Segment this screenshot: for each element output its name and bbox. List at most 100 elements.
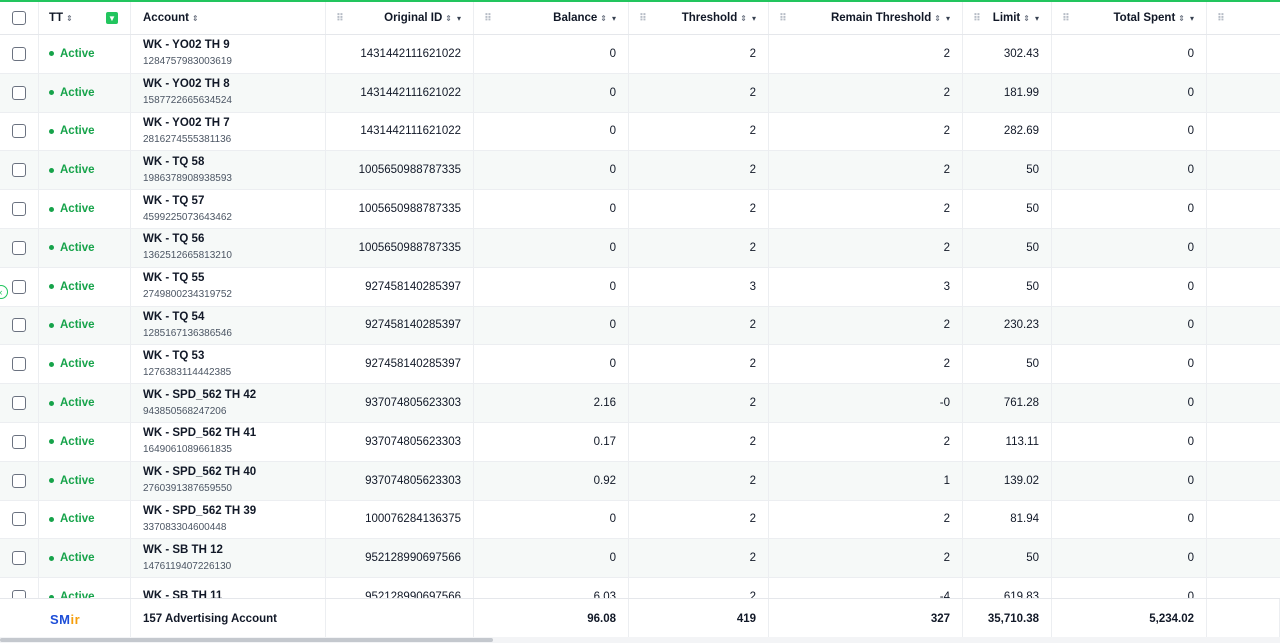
sort-icon[interactable]: ⇕ xyxy=(1178,14,1185,23)
row-checkbox[interactable] xyxy=(12,240,26,255)
column-header-total-spent[interactable]: ⠿ Total Spent ⇕ ▾ xyxy=(1052,2,1207,34)
column-header-remain-threshold[interactable]: ⠿ Remain Threshold ⇕ ▾ xyxy=(769,2,963,34)
extra-cell xyxy=(1207,384,1280,422)
horizontal-scrollbar-thumb[interactable] xyxy=(0,638,493,642)
row-checkbox[interactable] xyxy=(12,551,26,566)
sort-icon[interactable]: ⇕ xyxy=(192,14,199,23)
account-name[interactable]: WK - SB TH 12 xyxy=(143,543,231,557)
table-row[interactable]: Active WK - TQ 55 2749800234319752 92745814… xyxy=(0,267,1280,307)
sort-icon[interactable]: ⇕ xyxy=(66,14,73,23)
account-name[interactable]: WK - TQ 57 xyxy=(143,194,232,208)
original-id-cell: 1431442111621022 xyxy=(326,73,474,112)
chevron-down-icon[interactable]: ▾ xyxy=(1190,14,1194,23)
table-row[interactable]: Active WK - SB TH 12 1476119407226130 95212… xyxy=(0,539,1280,579)
table-row[interactable]: Active WK - TQ 57 4599225073643462 10056509… xyxy=(0,190,1280,229)
status-label: Active xyxy=(60,552,95,565)
row-checkbox[interactable] xyxy=(12,202,26,217)
status-cell: Active xyxy=(39,190,131,228)
chevron-down-icon[interactable]: ▾ xyxy=(457,14,461,23)
row-select-cell xyxy=(0,461,39,500)
table-row[interactable]: Active WK - YO02 TH 8 1587722665634524 1431… xyxy=(0,73,1280,113)
total-spent-cell: 0 xyxy=(1052,345,1207,384)
table-row[interactable]: Active WK - SPD_562 TH 42 943850568247206 9… xyxy=(0,384,1280,423)
row-checkbox[interactable] xyxy=(12,396,26,411)
account-name[interactable]: WK - YO02 TH 9 xyxy=(143,38,232,52)
total-spent-cell: 0 xyxy=(1052,35,1207,73)
threshold-cell: 2 xyxy=(629,384,769,422)
table-row[interactable]: Active WK - SPD_562 TH 41 1649061089661835… xyxy=(0,423,1280,462)
row-checkbox[interactable] xyxy=(12,473,26,488)
table-row[interactable]: Active WK - TQ 53 1276383114442385 92745814… xyxy=(0,345,1280,385)
row-checkbox[interactable] xyxy=(12,318,26,333)
table-row[interactable]: Active WK - SPD_562 TH 40 2760391387659550… xyxy=(0,461,1280,501)
account-id: 1986378908938593 xyxy=(143,172,232,184)
row-checkbox[interactable] xyxy=(12,434,26,449)
table-row[interactable]: Active WK - TQ 58 1986378908938593 10056509… xyxy=(0,151,1280,191)
original-id-cell: 927458140285397 xyxy=(326,345,474,384)
account-name[interactable]: WK - TQ 53 xyxy=(143,349,231,363)
status-label: Active xyxy=(60,164,95,177)
row-checkbox[interactable] xyxy=(12,357,26,372)
account-name[interactable]: WK - SPD_562 TH 42 xyxy=(143,388,256,402)
smir-logo: SMir xyxy=(50,611,81,627)
row-checkbox[interactable] xyxy=(12,163,26,178)
column-header-limit[interactable]: ⠿ Limit ⇕ ▾ xyxy=(963,2,1052,34)
table-row[interactable]: Active WK - SPD_562 TH 39 337083304600448 1… xyxy=(0,500,1280,540)
column-header-threshold[interactable]: ⠿ Threshold ⇕ ▾ xyxy=(629,2,769,34)
account-name[interactable]: WK - YO02 TH 7 xyxy=(143,116,231,130)
sort-icon[interactable]: ⇕ xyxy=(1023,14,1030,23)
chevron-down-icon[interactable]: ▾ xyxy=(752,14,756,23)
account-name[interactable]: WK - TQ 58 xyxy=(143,155,232,169)
table-row[interactable]: Active WK - YO02 TH 9 1284757983003619 1431… xyxy=(0,35,1280,74)
drag-handle-icon[interactable]: ⠿ xyxy=(336,13,344,24)
account-name[interactable]: WK - YO02 TH 8 xyxy=(143,77,232,91)
sort-icon[interactable]: ⇕ xyxy=(740,14,747,23)
drag-handle-icon[interactable]: ⠿ xyxy=(779,13,787,24)
remain-threshold-cell: 2 xyxy=(769,500,963,539)
drag-handle-icon[interactable]: ⠿ xyxy=(1217,13,1225,24)
select-all-checkbox[interactable] xyxy=(12,11,26,25)
limit-cell: 113.11 xyxy=(963,423,1052,461)
column-header-tt[interactable]: TT ⇕ ▼ xyxy=(39,2,131,34)
table-row[interactable]: Active WK - YO02 TH 7 2816274555381136 1431… xyxy=(0,112,1280,152)
chevron-down-icon[interactable]: ▾ xyxy=(946,14,950,23)
account-name[interactable]: WK - TQ 54 xyxy=(143,310,232,324)
status-badge: Active xyxy=(49,281,95,293)
table-row[interactable]: Active WK - TQ 54 1285167136386546 92745814… xyxy=(0,306,1280,346)
sort-icon[interactable]: ⇕ xyxy=(934,14,941,23)
row-checkbox[interactable] xyxy=(12,46,26,61)
row-checkbox[interactable] xyxy=(12,85,26,100)
sort-icon[interactable]: ⇕ xyxy=(445,14,452,23)
column-header-extra[interactable]: ⠿ xyxy=(1207,2,1280,34)
column-header-balance[interactable]: ⠿ Balance ⇕ ▾ xyxy=(474,2,629,34)
drag-handle-icon[interactable]: ⠿ xyxy=(973,13,981,24)
column-header-original-id[interactable]: ⠿ Original ID ⇕ ▾ xyxy=(326,2,474,34)
original-id-cell: 1005650988787335 xyxy=(326,229,474,267)
drag-handle-icon[interactable]: ⠿ xyxy=(484,13,492,24)
original-id-cell: 937074805623303 xyxy=(326,423,474,461)
account-name[interactable]: WK - TQ 56 xyxy=(143,232,232,246)
account-name[interactable]: WK - SPD_562 TH 41 xyxy=(143,426,256,440)
row-checkbox[interactable] xyxy=(12,124,26,139)
table-row[interactable]: Active WK - TQ 56 1362512665813210 10056509… xyxy=(0,229,1280,268)
account-name[interactable]: WK - TQ 55 xyxy=(143,271,232,285)
sort-icon[interactable]: ⇕ xyxy=(600,14,607,23)
drag-handle-icon[interactable]: ⠿ xyxy=(639,13,647,24)
remain-threshold-cell: 1 xyxy=(769,461,963,500)
drag-handle-icon[interactable]: ⠿ xyxy=(1062,13,1070,24)
status-dot-icon xyxy=(49,400,54,406)
extra-cell xyxy=(1207,501,1280,539)
chevron-down-icon[interactable]: ▾ xyxy=(612,14,616,23)
extra-cell xyxy=(1207,268,1280,306)
account-id: 1276383114442385 xyxy=(143,366,232,378)
chevron-down-icon[interactable]: ▾ xyxy=(1035,14,1039,23)
row-select-cell xyxy=(0,35,39,73)
column-header-account[interactable]: Account ⇕ xyxy=(131,2,326,34)
row-checkbox[interactable] xyxy=(12,512,26,527)
account-name[interactable]: WK - SPD_562 TH 40 xyxy=(143,465,256,479)
row-checkbox[interactable] xyxy=(12,279,26,294)
filter-icon[interactable]: ▼ xyxy=(106,12,118,24)
status-cell: Active xyxy=(39,267,131,306)
account-name[interactable]: WK - SPD_562 TH 39 xyxy=(143,504,256,518)
accounts-table-frame: TT ⇕ ▼ Account ⇕ ⠿ Original ID ⇕ ▾ ⠿ Bal… xyxy=(0,0,1280,643)
